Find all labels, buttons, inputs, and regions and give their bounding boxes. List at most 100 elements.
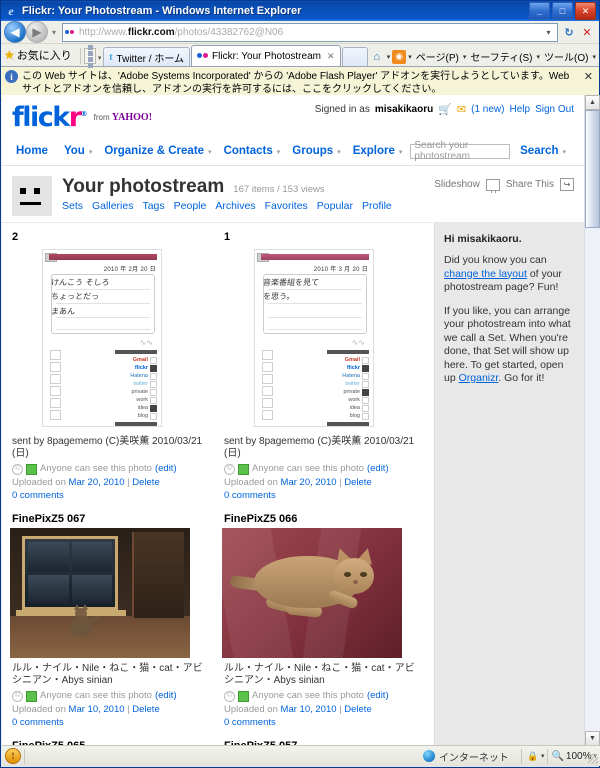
photo-comments[interactable]: 0 comments: [12, 490, 212, 501]
menu-page-caret-icon[interactable]: ▾: [463, 53, 467, 61]
nav-item-contacts[interactable]: Contacts: [220, 143, 277, 159]
favorites-button[interactable]: ★ お気に入り: [4, 46, 78, 64]
search-caret-icon[interactable]: ▾: [562, 146, 566, 156]
slideshow-icon[interactable]: [485, 178, 500, 193]
subnav-favorites[interactable]: Favorites: [265, 200, 308, 212]
nav-explore-caret-icon[interactable]: ▾: [399, 146, 403, 156]
window-resize-grip[interactable]: [588, 754, 598, 764]
photo-comments[interactable]: 0 comments: [12, 717, 212, 728]
home-icon[interactable]: ⌂: [369, 49, 385, 64]
photo-title[interactable]: FinePixZ5 066: [224, 513, 426, 525]
home-caret-icon[interactable]: ▾: [387, 53, 391, 61]
uploaded-date[interactable]: Mar 10, 2010: [69, 704, 125, 715]
nav-organize-caret-icon[interactable]: ▾: [208, 146, 212, 156]
nav-you-caret-icon[interactable]: ▾: [89, 146, 93, 156]
subnav-galleries[interactable]: Galleries: [92, 200, 133, 212]
subnav-archives[interactable]: Archives: [215, 200, 255, 212]
subnav-profile[interactable]: Profile: [362, 200, 392, 212]
new-tab-button[interactable]: [341, 47, 368, 66]
uploaded-date[interactable]: Mar 20, 2010: [69, 477, 125, 488]
subnav-tags[interactable]: Tags: [142, 200, 164, 212]
edit-link[interactable]: (edit): [155, 463, 177, 475]
delete-link[interactable]: Delete: [344, 477, 371, 488]
nav-contacts-caret-icon[interactable]: ▾: [277, 146, 281, 156]
menu-tools[interactable]: ツール(O): [542, 49, 590, 64]
photo-thumbnail[interactable]: 2010 年 2月 20 日 けんこう そしろ ちょっとだっ まあん ∿∿ Gm…: [12, 246, 192, 431]
change-layout-link[interactable]: change the layout: [444, 268, 527, 280]
share-icon[interactable]: ↪: [560, 178, 574, 191]
menu-tools-caret-icon[interactable]: ▾: [592, 53, 596, 61]
new-mail-count[interactable]: (1 new): [471, 104, 504, 115]
help-link[interactable]: Help: [510, 104, 531, 115]
photo-thumbnail[interactable]: 2010 年 3 月 20 日 音楽番組を見て を思う。 ∿∿ Gmail fl…: [224, 246, 404, 431]
rss-icon[interactable]: ◉: [392, 49, 407, 64]
refresh-button[interactable]: ↻: [560, 23, 578, 41]
protected-mode-icon[interactable]: 🔒: [525, 749, 541, 763]
edit-link[interactable]: (edit): [367, 690, 389, 702]
mail-icon[interactable]: ✉: [457, 103, 466, 116]
subnav-sets[interactable]: Sets: [62, 200, 83, 212]
search-button[interactable]: Search: [516, 143, 562, 159]
scrollbar-thumb[interactable]: [585, 110, 600, 228]
history-dropdown-icon[interactable]: ▾: [48, 28, 60, 37]
protected-mode-caret-icon[interactable]: ▾: [541, 752, 545, 760]
search-input[interactable]: Search your photostream: [410, 140, 511, 162]
forward-button[interactable]: ▶: [26, 21, 48, 43]
subnav-popular[interactable]: Popular: [317, 200, 353, 212]
tab-twitter[interactable]: t Twitter / ホーム: [103, 47, 191, 66]
photo-thumbnail[interactable]: [10, 528, 190, 658]
photo-thumbnail[interactable]: [222, 528, 402, 658]
warning-icon[interactable]: !: [5, 748, 21, 764]
menu-safety-caret-icon[interactable]: ▾: [537, 53, 541, 61]
edit-link[interactable]: (edit): [155, 690, 177, 702]
quick-tabs-caret-icon[interactable]: ▾: [96, 54, 103, 62]
subnav-people[interactable]: People: [174, 200, 207, 212]
maximize-button[interactable]: □: [552, 2, 573, 20]
scrollbar-track[interactable]: [585, 110, 600, 731]
scroll-up-button[interactable]: ▲: [585, 95, 600, 110]
scroll-down-button[interactable]: ▼: [585, 731, 600, 746]
nav-item-home[interactable]: Home: [12, 143, 52, 159]
delete-link[interactable]: Delete: [344, 704, 371, 715]
flickr-logo[interactable]: flickr®: [12, 101, 88, 131]
menu-page[interactable]: ページ(P): [414, 49, 461, 64]
rss-caret-icon[interactable]: ▾: [408, 53, 412, 61]
photo-title[interactable]: FinePixZ5 067: [12, 513, 214, 525]
share-this-button[interactable]: Share This: [506, 179, 554, 190]
slideshow-button[interactable]: Slideshow: [434, 179, 480, 190]
address-dropdown-icon[interactable]: ▾: [542, 28, 555, 37]
sign-out-link[interactable]: Sign Out: [535, 104, 574, 115]
from-label: from: [93, 113, 110, 122]
info-bar-close-icon[interactable]: ✕: [582, 70, 595, 83]
cart-icon[interactable]: 🛒: [438, 103, 452, 116]
nav-item-explore[interactable]: Explore: [349, 143, 399, 159]
memo-tag-list: Gmail flickr Hatena twitter private work…: [115, 350, 157, 426]
close-button[interactable]: ✕: [575, 2, 596, 20]
delete-link[interactable]: Delete: [132, 477, 159, 488]
avatar[interactable]: [12, 176, 52, 216]
nav-item-groups[interactable]: Groups: [288, 143, 337, 159]
edit-link[interactable]: (edit): [367, 463, 389, 475]
organizr-link[interactable]: Organizr: [459, 372, 499, 384]
photo-title[interactable]: 2: [12, 231, 214, 243]
page-scrollbar[interactable]: ▲ ▼: [584, 95, 600, 746]
delete-link[interactable]: Delete: [132, 704, 159, 715]
nav-groups-caret-icon[interactable]: ▾: [337, 146, 341, 156]
address-input[interactable]: http://www.flickr.com/photos/43382762@N0…: [62, 22, 558, 42]
back-button[interactable]: ◀: [4, 21, 26, 43]
stop-button[interactable]: ✕: [578, 23, 596, 41]
menu-safety[interactable]: セーフティ(S): [468, 49, 534, 64]
photo-comments[interactable]: 0 comments: [224, 717, 424, 728]
photo-comments[interactable]: 0 comments: [224, 490, 424, 501]
username[interactable]: misakikaoru: [375, 104, 433, 115]
tab-flickr[interactable]: Flickr: Your Photostream ✕: [191, 45, 341, 66]
uploaded-date[interactable]: Mar 20, 2010: [281, 477, 337, 488]
quick-tabs-button[interactable]: [84, 44, 97, 68]
nav-item-you[interactable]: You: [60, 143, 89, 159]
uploaded-date[interactable]: Mar 10, 2010: [281, 704, 337, 715]
tab-close-icon[interactable]: ✕: [327, 51, 335, 62]
photo-title[interactable]: 1: [224, 231, 426, 243]
minimize-button[interactable]: _: [529, 2, 550, 20]
security-zone[interactable]: インターネット: [422, 749, 509, 764]
nav-item-organize-create[interactable]: Organize & Create: [100, 143, 208, 159]
